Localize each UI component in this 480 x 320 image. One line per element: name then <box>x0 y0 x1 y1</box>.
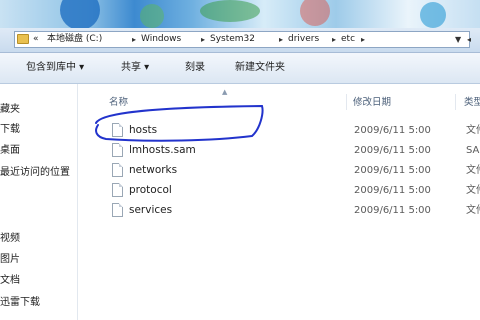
column-divider[interactable] <box>455 94 456 110</box>
file-name: lmhosts.sam <box>129 144 196 156</box>
nav-item-desktop[interactable]: 桌面 <box>0 145 20 157</box>
nav-item-recent-places[interactable]: 最近访问的位置 <box>0 167 70 179</box>
file-type: SAM <box>466 145 480 156</box>
nav-item-downloads[interactable]: 下载 <box>0 124 20 136</box>
desktop-wallpaper-decoration <box>200 0 260 22</box>
navigation-bar: « 本地磁盘 (C:) ▸ Windows ▸ System32 ▸ drive… <box>0 28 480 53</box>
file-name: protocol <box>129 184 172 196</box>
nav-item-xunlei-downloads[interactable]: 迅雷下载 <box>0 297 40 309</box>
sort-ascending-icon: ▲ <box>222 88 228 96</box>
breadcrumb-etc[interactable]: etc <box>341 33 355 46</box>
breadcrumb-system32[interactable]: System32 <box>210 33 255 46</box>
file-icon <box>112 203 123 217</box>
refresh-icon[interactable]: ◂ <box>467 33 471 46</box>
command-bar: 包含到库中 ▾ 共享 ▾ 刻录 新建文件夹 <box>0 53 480 84</box>
file-date: 2009/6/11 5:00 <box>354 165 431 176</box>
file-name: hosts <box>129 124 158 136</box>
breadcrumb-separator-icon[interactable]: ▸ <box>132 33 136 46</box>
breadcrumb-drivers[interactable]: drivers <box>288 33 319 46</box>
folder-icon <box>17 34 29 44</box>
desktop-wallpaper-decoration <box>140 4 164 28</box>
breadcrumb-separator-icon[interactable]: ▸ <box>332 33 336 46</box>
file-row-networks[interactable]: networks 2009/6/11 5:00 文件 <box>108 162 480 180</box>
include-in-library-button[interactable]: 包含到库中 ▾ <box>26 62 84 74</box>
file-name: networks <box>129 164 178 176</box>
column-header-name[interactable]: 名称 <box>109 97 128 109</box>
file-icon <box>112 163 123 177</box>
file-date: 2009/6/11 5:00 <box>354 145 431 156</box>
desktop-wallpaper-decoration <box>420 2 446 28</box>
new-folder-button[interactable]: 新建文件夹 <box>235 62 285 74</box>
breadcrumb-separator-icon[interactable]: ▸ <box>279 33 283 46</box>
breadcrumb-separator-icon[interactable]: ▸ <box>201 33 205 46</box>
breadcrumb-overflow[interactable]: « <box>33 33 39 46</box>
address-dropdown-icon[interactable]: ▼ <box>455 33 461 46</box>
desktop-wallpaper-decoration <box>60 0 100 28</box>
column-header-type[interactable]: 类型 <box>464 97 480 109</box>
file-type: 文件 <box>466 205 480 216</box>
window-title-bar <box>0 0 480 28</box>
share-button[interactable]: 共享 ▾ <box>121 62 149 74</box>
file-row-protocol[interactable]: protocol 2009/6/11 5:00 文件 <box>108 182 480 200</box>
file-icon <box>112 183 123 197</box>
file-date: 2009/6/11 5:00 <box>354 125 431 136</box>
file-type: 文件 <box>466 125 480 136</box>
nav-item-documents[interactable]: 文档 <box>0 275 20 287</box>
desktop-wallpaper-decoration <box>300 0 330 26</box>
breadcrumb-separator-icon[interactable]: ▸ <box>361 33 365 46</box>
breadcrumb-drive-c[interactable]: 本地磁盘 (C:) <box>47 33 102 46</box>
file-name: services <box>129 204 173 216</box>
file-icon <box>112 123 123 137</box>
file-type: 文件 <box>466 185 480 196</box>
address-bar[interactable]: « 本地磁盘 (C:) ▸ Windows ▸ System32 ▸ drive… <box>14 31 471 48</box>
burn-button[interactable]: 刻录 <box>185 62 205 74</box>
file-row-hosts[interactable]: hosts 2009/6/11 5:00 文件 <box>108 122 480 140</box>
file-type: 文件 <box>466 165 480 176</box>
nav-item-favorites[interactable]: 藏夹 <box>0 104 20 116</box>
nav-item-videos[interactable]: 视频 <box>0 233 20 245</box>
file-date: 2009/6/11 5:00 <box>354 205 431 216</box>
file-row-services[interactable]: services 2009/6/11 5:00 文件 <box>108 202 480 220</box>
file-list-pane: ▲ 名称 修改日期 类型 hosts 2009/6/11 5:00 文件 lmh… <box>80 84 480 320</box>
column-header-date-modified[interactable]: 修改日期 <box>353 97 391 109</box>
file-date: 2009/6/11 5:00 <box>354 185 431 196</box>
nav-item-pictures[interactable]: 图片 <box>0 254 20 266</box>
navigation-pane: 藏夹 下载 桌面 最近访问的位置 视频 图片 文档 迅雷下载 <box>0 84 78 320</box>
column-divider[interactable] <box>346 94 347 110</box>
file-icon <box>112 143 123 157</box>
file-row-lmhosts[interactable]: lmhosts.sam 2009/6/11 5:00 SAM <box>108 142 480 160</box>
breadcrumb-windows[interactable]: Windows <box>141 33 181 46</box>
